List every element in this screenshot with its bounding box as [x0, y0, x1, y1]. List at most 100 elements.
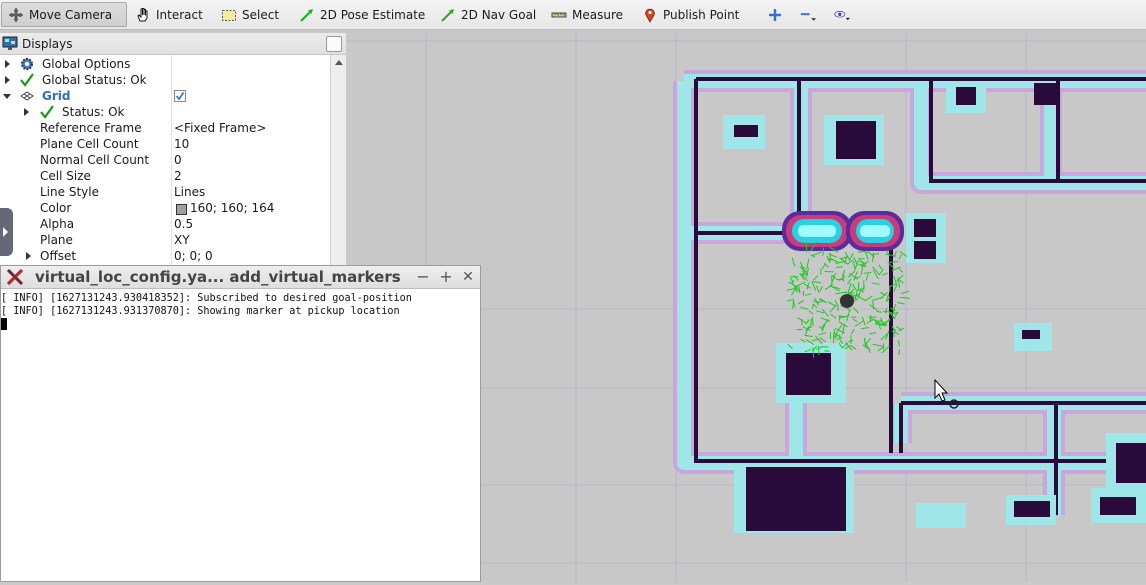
terminal-window[interactable]: virtual_loc_config.ya... add_virtual_mar… [0, 265, 481, 582]
particle [830, 253, 831, 263]
expand-arrow-icon[interactable] [5, 60, 10, 68]
tree-row-grid[interactable]: Grid [0, 88, 330, 104]
interact-button[interactable]: Interact [129, 2, 209, 27]
grid-enabled-checkbox[interactable] [174, 90, 186, 102]
green-arrow-icon [299, 7, 315, 23]
property-label: Alpha [40, 216, 74, 232]
terminal-line: [ INFO] [1627131243.930418352]: Subscrib… [1, 292, 480, 305]
expand-arrow-icon[interactable] [24, 108, 29, 116]
property-alpha[interactable]: Alpha 0.5 [0, 216, 330, 232]
move-camera-icon [8, 7, 24, 23]
tree-row-label: Global Options [42, 56, 130, 72]
column-divider [171, 55, 172, 265]
particle [838, 316, 844, 317]
property-label: Plane [40, 232, 73, 248]
move-camera-label: Move Camera [29, 8, 112, 22]
property-plane[interactable]: Plane XY [0, 232, 330, 248]
property-line-style[interactable]: Line Style Lines [0, 184, 330, 200]
xterm-icon [6, 268, 24, 289]
map-pin-icon [642, 7, 658, 23]
property-label: Cell Size [40, 168, 91, 184]
add-tool-button[interactable] [762, 2, 784, 27]
terminal-titlebar[interactable]: virtual_loc_config.ya... add_virtual_mar… [1, 266, 480, 289]
property-offset[interactable]: Offset 0; 0; 0 [0, 248, 330, 264]
terminal-line: [ INFO] [1627131243.931370870]: Showing … [1, 305, 480, 318]
displays-header: Displays [0, 33, 346, 55]
displays-tree: Global Options Global Status: Ok Grid [0, 55, 330, 265]
property-value: XY [174, 232, 190, 248]
minus-icon [800, 7, 816, 23]
property-value: Lines [174, 184, 205, 200]
tree-row-label: Status: Ok [62, 104, 125, 120]
property-value: <Fixed Frame> [174, 120, 266, 136]
displays-title: Displays [22, 37, 72, 51]
tree-row-global-status[interactable]: Global Status: Ok [0, 72, 330, 88]
property-reference-frame[interactable]: Reference Frame <Fixed Frame> [0, 120, 330, 136]
move-camera-button[interactable]: Move Camera [1, 2, 127, 27]
monitor-icon [2, 36, 18, 54]
displays-panel: Displays Global Options Global Status: O… [0, 33, 347, 265]
property-label: Normal Cell Count [40, 152, 149, 168]
interact-label: Interact [156, 8, 203, 22]
publish-point-label: Publish Point [663, 8, 739, 22]
minimize-button[interactable]: − [414, 267, 432, 286]
particle [858, 282, 859, 291]
select-icon [221, 7, 237, 23]
green-arrow-icon [440, 7, 456, 23]
tree-row-global-options[interactable]: Global Options [0, 56, 330, 72]
nav-goal-label: 2D Nav Goal [461, 8, 536, 22]
plus-icon [768, 7, 782, 23]
measure-button[interactable]: Measure [545, 2, 625, 27]
particle [899, 349, 900, 354]
remove-tool-button[interactable] [794, 2, 824, 27]
close-button[interactable]: ✕ [459, 269, 477, 285]
property-label: Line Style [40, 184, 99, 200]
tree-scrollbar[interactable] [330, 55, 346, 265]
expand-arrow-icon[interactable] [26, 252, 31, 260]
property-value: 160; 160; 164 [190, 200, 274, 216]
property-value: 10 [174, 136, 189, 152]
expand-arrow-icon[interactable] [5, 76, 10, 84]
property-color[interactable]: Color 160; 160; 164 [0, 200, 330, 216]
particle [864, 273, 872, 274]
property-value: 0.5 [174, 216, 193, 232]
select-button[interactable]: Select [215, 2, 281, 27]
particle [836, 267, 843, 268]
toolbar: Move Camera Interact Select 2D Pose Esti… [0, 0, 1146, 30]
maximize-button[interactable]: + [437, 267, 455, 286]
property-label: Color [40, 200, 71, 216]
property-plane-cell-count[interactable]: Plane Cell Count 10 [0, 136, 330, 152]
nav-goal-button[interactable]: 2D Nav Goal [434, 2, 536, 27]
tree-row-label: Global Status: Ok [42, 72, 147, 88]
robot-costmap [782, 211, 904, 251]
measure-label: Measure [572, 8, 623, 22]
hand-icon [135, 7, 151, 23]
select-label: Select [242, 8, 279, 22]
ruler-icon [551, 7, 567, 23]
property-normal-cell-count[interactable]: Normal Cell Count 0 [0, 152, 330, 168]
tree-row-label: Grid [42, 88, 70, 104]
property-label: Plane Cell Count [40, 136, 139, 152]
panel-float-button[interactable] [326, 36, 342, 52]
terminal-output[interactable]: [ INFO] [1627131243.930418352]: Subscrib… [1, 292, 480, 331]
eye-icon [834, 7, 850, 23]
tree-row-status[interactable]: Status: Ok [0, 104, 330, 120]
pose-estimate-button[interactable]: 2D Pose Estimate [293, 2, 423, 27]
property-value: 2 [174, 168, 182, 184]
side-panel-handle[interactable] [0, 208, 13, 256]
terminal-prompt [1, 318, 480, 331]
particle [864, 252, 870, 253]
property-label: Offset [40, 248, 76, 264]
property-value: 0; 0; 0 [174, 248, 213, 264]
pose-estimate-label: 2D Pose Estimate [320, 8, 425, 22]
property-cell-size[interactable]: Cell Size 2 [0, 168, 330, 184]
property-label: Reference Frame [40, 120, 142, 136]
color-swatch[interactable] [176, 204, 187, 215]
particle [819, 346, 820, 355]
publish-point-button[interactable]: Publish Point [636, 2, 738, 27]
view-toggle-button[interactable] [828, 2, 858, 27]
collapse-arrow-icon[interactable] [3, 94, 11, 99]
terminal-cursor [1, 318, 7, 330]
property-value: 0 [174, 152, 182, 168]
scroll-up-arrow-icon[interactable] [335, 60, 343, 65]
